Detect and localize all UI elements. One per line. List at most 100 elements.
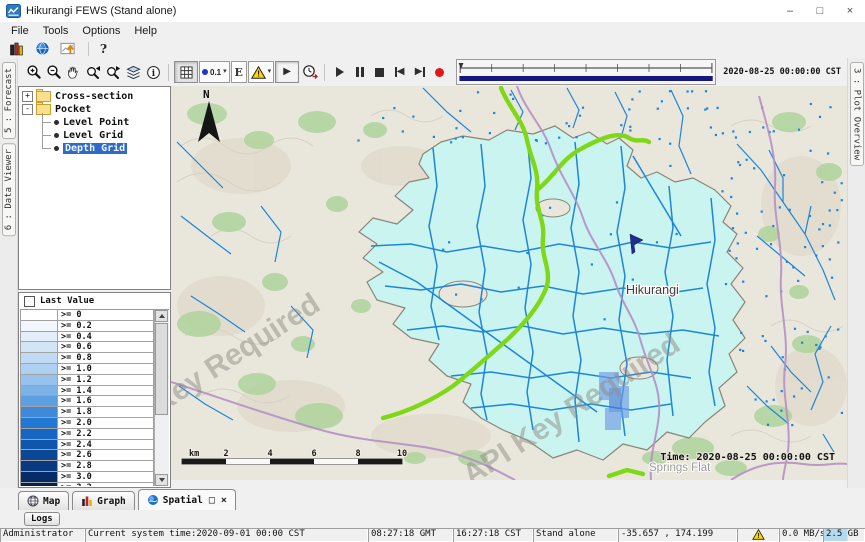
north-label: N	[203, 88, 210, 101]
globe-icon[interactable]	[34, 41, 51, 57]
legend-scrollbar[interactable]	[154, 310, 169, 486]
node-bullet-icon	[54, 133, 59, 138]
play-button[interactable]	[330, 62, 349, 82]
last-value-checkbox[interactable]	[24, 296, 35, 307]
legend-swatch	[20, 386, 58, 397]
tab-map[interactable]: Map	[18, 491, 69, 510]
zoom-out-button[interactable]	[44, 62, 63, 82]
zoom-in-button[interactable]	[24, 62, 43, 82]
logs-button[interactable]: Logs	[24, 512, 60, 526]
map-toolbar: i 0.1 ▾ E ! ▾ ▶	[18, 58, 847, 86]
interval-dot-icon	[202, 69, 208, 75]
node-bullet-icon	[54, 146, 59, 151]
expander-icon[interactable]: -	[22, 104, 33, 115]
legend-label: >= 2.2	[58, 429, 154, 440]
toolbar-separator	[168, 64, 169, 81]
export-animation-icon[interactable]	[300, 62, 319, 82]
tab-data-viewer[interactable]: 6 : Data Viewer	[2, 143, 16, 236]
menu-file[interactable]: File	[4, 25, 36, 37]
legend-row: >= 0.8	[20, 353, 154, 364]
minimize-button[interactable]: –	[775, 0, 805, 22]
warning-dropdown[interactable]: ! ▾	[248, 61, 275, 83]
status-memory: 2.5 GB	[823, 528, 865, 542]
record-button[interactable]	[430, 62, 449, 82]
interval-value: 0.1	[210, 68, 221, 77]
menu-help[interactable]: Help	[127, 25, 164, 37]
tree-node-pocket[interactable]: - Pocket	[22, 103, 170, 116]
tab-forecast[interactable]: 5 : Forecast	[2, 62, 16, 139]
spatial-display-icon[interactable]	[60, 41, 77, 57]
movie-play-icon: ▶	[283, 67, 291, 77]
svg-text:6: 6	[311, 449, 316, 459]
scrollbar-thumb[interactable]	[155, 323, 168, 415]
pause-button[interactable]	[350, 62, 369, 82]
legend-swatch	[20, 342, 58, 353]
scroll-up-icon[interactable]	[155, 310, 168, 322]
expander-icon[interactable]: +	[22, 91, 33, 102]
status-bar: Administrator Current system time:2020-0…	[0, 528, 865, 542]
map-view[interactable]: API Key Required API Key Required N km	[171, 86, 847, 480]
grid-toggle-button[interactable]	[174, 61, 198, 83]
logs-panel-icon[interactable]	[8, 41, 25, 57]
stop-button[interactable]	[370, 62, 389, 82]
legend-panel: Last Value >= 0>= 0.2>= 0.4>= 0.6>= 0.8>…	[18, 292, 171, 488]
legend-label: >= 1.4	[58, 386, 154, 397]
tab-maximize-icon[interactable]: □	[209, 495, 215, 506]
legend-swatch	[20, 375, 58, 386]
legend-swatch	[20, 472, 58, 483]
record-icon	[435, 68, 444, 77]
toolbar-separator	[88, 42, 89, 56]
menu-tools[interactable]: Tools	[36, 25, 76, 37]
legend-row: >= 1.0	[20, 364, 154, 375]
svg-text:8: 8	[355, 449, 360, 459]
interval-dropdown[interactable]: 0.1 ▾	[199, 61, 230, 83]
status-coordinates: -35.657 , 174.199	[618, 528, 737, 542]
time-slider[interactable]	[456, 59, 716, 85]
legend-label: >= 1.2	[58, 375, 154, 386]
tree-node-level-grid[interactable]: Level Grid	[39, 129, 170, 142]
legend-label: >= 0.2	[58, 321, 154, 332]
status-local-time: 16:27:18 CST	[453, 528, 533, 542]
legend-row: >= 1.4	[20, 386, 154, 397]
menu-bar: File Tools Options Help	[0, 22, 865, 39]
scroll-down-icon[interactable]	[155, 474, 168, 486]
help-icon[interactable]: ?	[100, 42, 107, 56]
tree-node-label: Cross-section	[55, 91, 133, 102]
tree-connector	[43, 148, 51, 149]
classification-button[interactable]: E	[231, 61, 247, 83]
tree-node-level-point[interactable]: Level Point	[39, 116, 170, 129]
layers-panel: + Cross-section - Pocket	[18, 86, 171, 488]
menu-options[interactable]: Options	[75, 25, 127, 37]
info-button[interactable]: i	[144, 62, 163, 82]
warning-glyph: !	[257, 68, 260, 78]
tab-spatial[interactable]: Spatial □ ×	[138, 489, 236, 510]
step-back-icon: ◀	[397, 67, 405, 77]
tab-graph[interactable]: Graph	[72, 491, 135, 510]
legend-row: >= 1.6	[20, 396, 154, 407]
city-label: Hikurangi	[626, 283, 679, 297]
legend-row: >= 2.2	[20, 429, 154, 440]
legend-row: >= 2.0	[20, 418, 154, 429]
step-back-button[interactable]: ◀	[390, 62, 409, 82]
legend-swatch	[20, 310, 58, 321]
step-forward-button[interactable]: ▶	[410, 62, 429, 82]
legend-row: >= 1.8	[20, 407, 154, 418]
tab-close-icon[interactable]: ×	[221, 495, 227, 506]
pan-icon[interactable]	[64, 62, 83, 82]
legend-swatch	[20, 483, 58, 486]
legend-row: >= 1.2	[20, 375, 154, 386]
maximize-button[interactable]: □	[805, 0, 835, 22]
legend-label: >= 1.0	[58, 364, 154, 375]
animation-button[interactable]: ▶	[275, 61, 299, 83]
legend-label: >= 0	[58, 310, 154, 321]
tree-node-cross-section[interactable]: + Cross-section	[22, 90, 170, 103]
zoom-next-button[interactable]	[104, 62, 123, 82]
close-button[interactable]: ×	[835, 0, 865, 22]
tree-node-depth-grid[interactable]: Depth Grid	[39, 142, 170, 155]
bar-chart-icon	[81, 495, 93, 507]
tree-node-label: Pocket	[55, 104, 91, 115]
layers-icon[interactable]	[124, 62, 143, 82]
application-window: Hikurangi FEWS (Stand alone) – □ × File …	[0, 0, 865, 542]
zoom-previous-button[interactable]	[84, 62, 103, 82]
tab-plot-overview[interactable]: 3 : Plot Overview	[850, 62, 864, 166]
